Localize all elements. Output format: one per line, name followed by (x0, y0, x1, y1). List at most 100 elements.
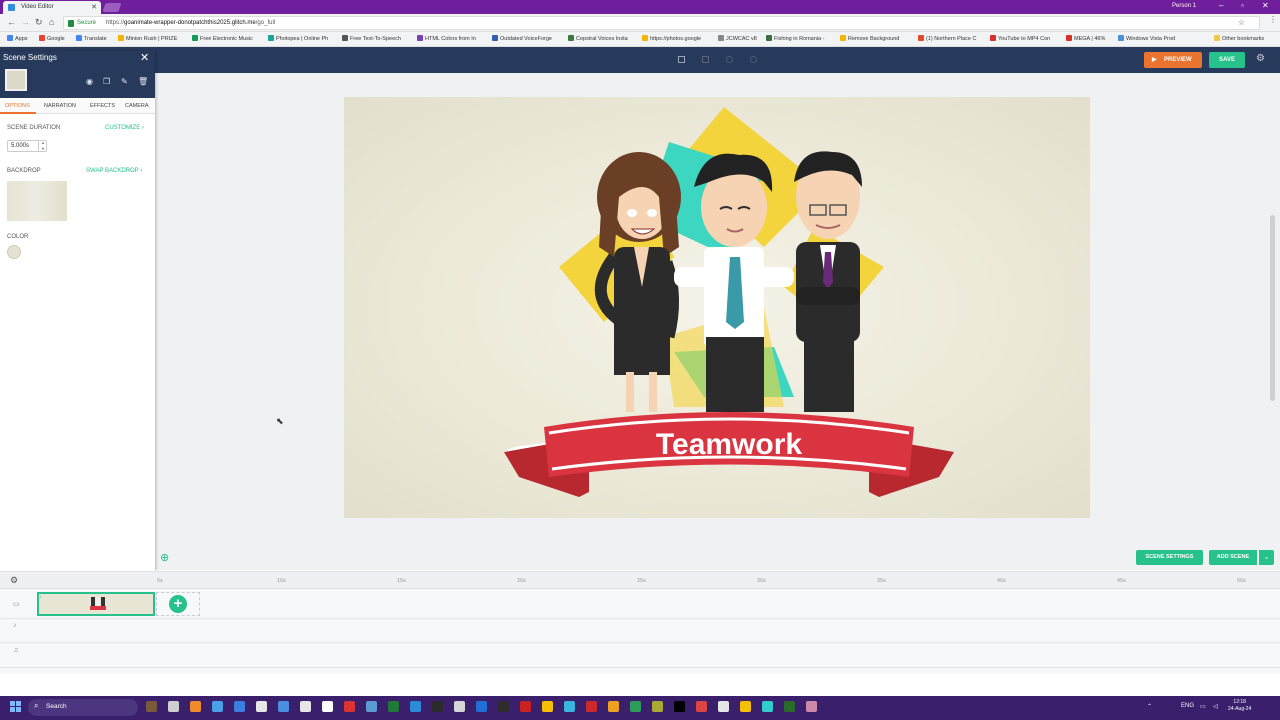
add-scene-plus-icon[interactable]: + (169, 595, 187, 613)
bookmark-item[interactable]: HTML Colors from In (417, 35, 476, 42)
minimize-icon[interactable]: – (1219, 1, 1223, 10)
bookmark-item[interactable]: MEGA | 46% (1066, 35, 1105, 42)
taskbar-app-icon[interactable] (476, 701, 487, 712)
tray-up-arrow-icon[interactable]: ⌃ (1147, 703, 1152, 710)
duration-stepper[interactable]: ▲ ▼ (38, 140, 47, 152)
start-windows-icon[interactable] (10, 701, 22, 713)
system-clock[interactable]: 12:18 24-Aug-24 (1228, 699, 1251, 713)
taskbar-app-icon[interactable] (432, 701, 443, 712)
duplicate-icon[interactable]: ❐ (103, 77, 110, 86)
profile-name[interactable]: Person 1 (1172, 3, 1196, 9)
taskbar-app-icon[interactable] (256, 701, 267, 712)
bookmark-item[interactable]: Remove Background (840, 35, 899, 42)
bookmark-item[interactable]: Outdated VoiceForge (492, 35, 552, 42)
copy-icon[interactable] (678, 56, 685, 63)
taskbar-app-icon[interactable] (696, 701, 707, 712)
taskbar-app-icon[interactable] (652, 701, 663, 712)
customize-link[interactable]: CUSTOMIZE › (105, 125, 144, 131)
backdrop-thumbnail[interactable] (7, 181, 67, 221)
bookmark-item[interactable]: Translate (76, 35, 107, 42)
taskbar-app-icon[interactable] (388, 701, 399, 712)
browser-menu-icon[interactable]: ⋮ (1269, 15, 1277, 24)
taskbar-app-icon[interactable] (718, 701, 729, 712)
network-icon[interactable]: ▭ (1200, 703, 1206, 710)
taskbar-app-icon[interactable] (806, 701, 817, 712)
taskbar-app-icon[interactable] (630, 701, 641, 712)
taskbar-app-icon[interactable] (344, 701, 355, 712)
bookmark-item[interactable]: Cepstral Voices Insta (568, 35, 628, 42)
bookmark-item[interactable]: Google (39, 35, 65, 42)
home-icon[interactable]: ⌂ (49, 17, 54, 27)
bookmark-star-icon[interactable]: ☆ (1238, 18, 1245, 27)
reload-icon[interactable]: ↻ (35, 17, 43, 28)
taskbar-app-icon[interactable] (168, 701, 179, 712)
preview-button[interactable]: PREVIEW (1144, 52, 1202, 68)
close-window-icon[interactable]: ✕ (1262, 1, 1269, 10)
taskbar-app-icon[interactable] (454, 701, 465, 712)
scene-stage[interactable]: Teamwork (344, 97, 1090, 518)
taskbar-app-icon[interactable] (564, 701, 575, 712)
settings-gear-icon[interactable]: ⚙ (1256, 53, 1265, 64)
taskbar-app-icon[interactable] (366, 701, 377, 712)
close-panel-icon[interactable]: ✕ (140, 51, 149, 64)
bookmark-item[interactable]: Minion Rush | PRIZE (118, 35, 177, 42)
bookmark-item[interactable]: (1) Northern Place C (918, 35, 976, 42)
maximize-icon[interactable]: ▫ (1241, 1, 1244, 10)
taskbar-app-icon[interactable] (146, 701, 157, 712)
tab-close-icon[interactable]: ✕ (91, 3, 97, 11)
taskbar-app-icon[interactable] (674, 701, 685, 712)
forward-icon[interactable]: → (21, 17, 30, 27)
bookmark-item[interactable]: Free Text-To-Speech (342, 35, 401, 42)
zoom-in-icon[interactable]: ⊕ (160, 551, 169, 564)
taskbar-app-icon[interactable] (322, 701, 333, 712)
taskbar-app-icon[interactable] (212, 701, 223, 712)
url-input[interactable]: Secure https://goanimate-wrapper-donotpa… (63, 16, 1260, 30)
delete-trash-icon[interactable]: 🗑 (138, 77, 148, 86)
tab-narration[interactable]: NARRATION (44, 103, 76, 109)
bookmark-item[interactable]: https://photos.google (642, 35, 701, 42)
scene-settings-button[interactable]: SCENE SETTINGS (1136, 550, 1203, 565)
paste-icon[interactable] (702, 56, 709, 63)
redo-icon[interactable] (750, 56, 757, 63)
taskbar-app-icon[interactable] (608, 701, 619, 712)
timeline-scene-clip[interactable]: 1 (37, 592, 155, 616)
swap-backdrop-link[interactable]: SWAP BACKDROP › (86, 168, 142, 174)
taskbar-app-icon[interactable] (740, 701, 751, 712)
taskbar-app-icon[interactable] (234, 701, 245, 712)
taskbar-app-icon[interactable] (762, 701, 773, 712)
taskbar-search-input[interactable]: ⌕ Search (28, 699, 138, 716)
taskbar-app-icon[interactable] (784, 701, 795, 712)
save-button[interactable]: SAVE (1209, 52, 1245, 68)
taskbar-app-icon[interactable] (520, 701, 531, 712)
taskbar-app-icon[interactable] (586, 701, 597, 712)
volume-icon[interactable]: ◁ (1213, 703, 1218, 710)
bookmark-item[interactable]: Other bookmarks (1214, 35, 1264, 42)
taskbar-app-icon[interactable] (190, 701, 201, 712)
workspace-scrollbar[interactable] (1270, 215, 1275, 401)
timeline-settings-icon[interactable]: ⚙ (10, 575, 18, 586)
bookmark-item[interactable]: Photopea | Online Ph (268, 35, 328, 42)
bookmark-item[interactable]: Apps (7, 35, 28, 42)
edit-pencil-icon[interactable]: ✎ (121, 77, 128, 86)
language-indicator[interactable]: ENG (1181, 703, 1194, 709)
back-icon[interactable]: ← (7, 17, 16, 27)
new-tab-button[interactable] (102, 3, 122, 12)
bookmark-item[interactable]: Fishing in Romania - (766, 35, 824, 42)
bookmark-item[interactable]: Windows Vista Prod (1118, 35, 1175, 42)
tab-options[interactable]: OPTIONS (5, 103, 30, 109)
taskbar-app-icon[interactable] (498, 701, 509, 712)
undo-icon[interactable] (726, 56, 733, 63)
bookmark-item[interactable]: YouTube to MP4 Con (990, 35, 1050, 42)
taskbar-app-icon[interactable] (300, 701, 311, 712)
bookmark-item[interactable]: Free Electronic Music (192, 35, 253, 42)
bookmark-item[interactable]: JCWCAC v8 (718, 35, 757, 42)
tab-camera[interactable]: CAMERA (125, 103, 149, 109)
add-scene-button[interactable]: ADD SCENE (1209, 550, 1257, 565)
tab-effects[interactable]: EFFECTS (90, 103, 115, 109)
taskbar-app-icon[interactable] (542, 701, 553, 712)
add-scene-dropdown-icon[interactable]: ⌄ (1259, 550, 1274, 565)
visibility-eye-icon[interactable]: ◉ (86, 77, 93, 86)
taskbar-app-icon[interactable] (410, 701, 421, 712)
browser-tab[interactable]: Video Editor ✕ (3, 1, 101, 14)
color-swatch[interactable] (7, 245, 21, 259)
